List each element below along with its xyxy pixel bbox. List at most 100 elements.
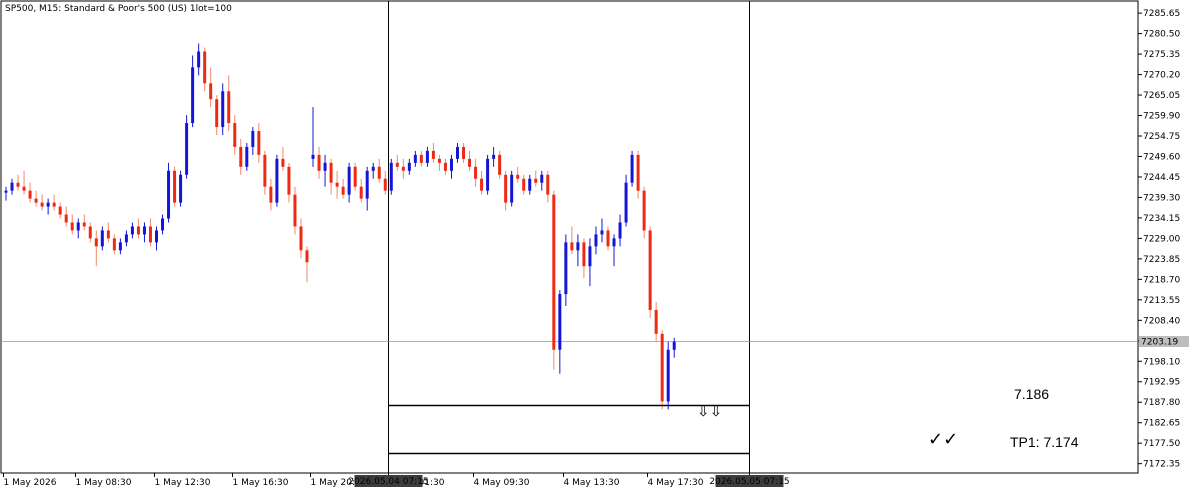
candle-body [425,150,429,163]
price-chart[interactable]: 7285.65 7280.50 7275.35 7270.20 7265.05 7259.… [0,0,1199,489]
candle-body [437,158,441,163]
candle-body [449,158,453,171]
candle-body [347,166,351,195]
candle-body [618,222,622,239]
candle-body [353,166,357,187]
candle-body [365,170,369,199]
price-tick-label: 7218.70 [1143,275,1180,285]
candle-body [155,230,158,243]
price-tick-label: 7275.35 [1143,50,1180,60]
candle-body [287,166,291,195]
candle-body [389,162,393,191]
candle-body [588,246,592,267]
candle-body [648,230,652,310]
candle-body [251,131,255,147]
candle-body [582,242,586,267]
candle-body [431,150,435,159]
candle-body [215,99,219,128]
candle-body [522,178,526,191]
candle-body [456,146,459,159]
time-axis: 1 May 2026 1 May 08:30 1 May 12:30 1 May 16… [3,473,790,488]
candle-body [317,154,321,171]
candle-body [22,186,26,191]
candle-body [106,230,110,239]
price-tick-label: 7223.85 [1143,255,1180,265]
time-highlight-label: 2026.05.04 07:15 [348,477,428,487]
candle-body [263,154,267,187]
candle-body [401,166,405,171]
candle-body [275,158,279,203]
candle-body [371,166,375,171]
chart-title: SP500, M15: Standard & Poor's 500 (US) 1… [5,4,232,14]
current-price-label: 7203.19 [1141,338,1178,348]
candle-body [142,226,146,235]
price-tick-label: 7265.05 [1143,91,1180,101]
candle-body [498,154,502,175]
candle-body [474,166,478,179]
candle-body [221,91,225,128]
candle-body [52,202,56,207]
candle-body [612,238,616,247]
candle-body [660,333,664,402]
candle-body [642,190,646,231]
candle-body [293,194,297,227]
candle-body [311,154,315,159]
candle-body [594,234,598,247]
time-tick-label: 4 May 09:30 [474,478,530,488]
price-tick-label: 7177.50 [1143,439,1180,449]
price-tick-label: 7187.80 [1143,398,1180,408]
candle-body [395,162,399,167]
level-label: 7.186 [1014,386,1049,402]
time-tick-label: 1 May 16:30 [233,478,289,488]
candle-body [203,51,207,84]
price-tick-label: 7172.35 [1143,460,1180,470]
candle-body [209,83,213,100]
candle-body [504,174,508,203]
price-tick-label: 7259.90 [1143,112,1180,122]
time-tick-label: 1 May 08:30 [76,478,132,488]
candle-body [510,174,514,203]
candle-body [16,182,20,187]
price-tick-label: 7280.50 [1143,30,1180,40]
time-tick-label: 4 May 17:30 [648,478,704,488]
candle-body [486,158,490,191]
price-tick-label: 7239.30 [1143,193,1180,203]
candle-body [112,238,116,251]
candle-body [161,218,165,231]
candle-body [480,178,484,191]
time-highlight-label: 2026.05.05 07:15 [709,477,789,487]
candle-body [281,158,285,167]
candle-body [233,123,237,147]
time-tick-label: 4 May 13:30 [564,478,620,488]
candle-body [419,154,423,163]
candle-body [341,186,345,195]
candle-body [407,162,411,171]
candle-body [516,174,520,179]
candle-body [666,349,670,402]
candle-body [540,174,544,183]
price-tick-label: 7249.60 [1143,152,1180,162]
time-tick-label: 1 May 12:30 [155,478,211,488]
price-tick-label: 7234.15 [1143,214,1180,224]
price-tick-label: 7182.65 [1143,419,1180,429]
plot-background [0,0,1139,474]
candle-body [130,226,134,235]
candle-body [58,206,62,215]
candle-body [624,182,628,223]
candle-body [654,309,658,334]
candle-body [257,131,261,155]
price-axis: 7285.65 7280.50 7275.35 7270.20 7265.05 7259.… [1138,9,1189,470]
price-tick-label: 7213.55 [1143,296,1180,306]
candle-body [28,190,32,199]
candle-body [443,162,447,171]
candle-body [564,242,568,295]
candle-body [34,198,38,203]
time-tick-label: 1 May 2026 [4,478,57,488]
candle-body [606,230,610,247]
price-tick-label: 7270.20 [1143,71,1180,81]
candle-body [4,190,8,193]
candle-body [239,146,243,167]
candle-body [64,214,68,223]
candle-body [570,242,574,251]
candle-body [323,162,327,171]
